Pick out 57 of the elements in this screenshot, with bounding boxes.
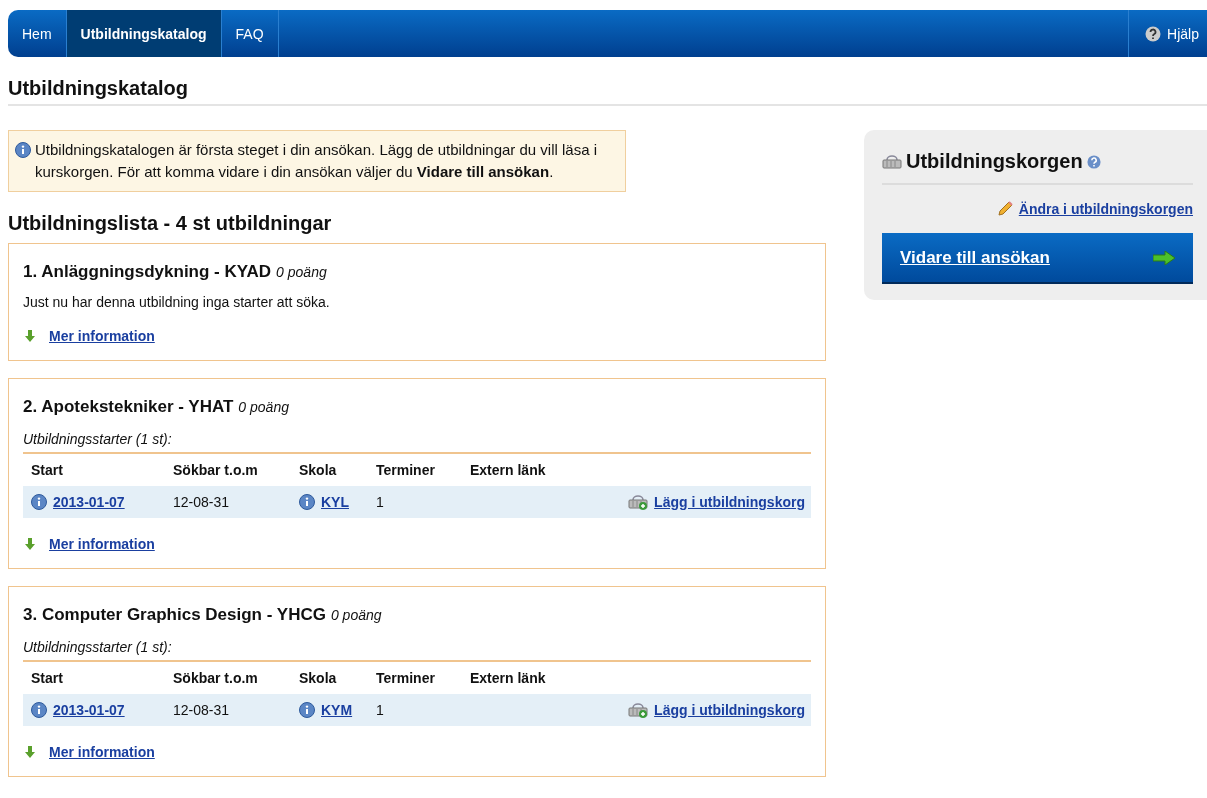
more-info-link[interactable]: Mer information [49, 536, 155, 552]
column-header: Terminer [376, 462, 436, 478]
deadline-cell-text: 12-08-31 [173, 494, 231, 510]
course-points: 0 poäng [276, 264, 327, 280]
course-message: Just nu har denna utbildning inga starter att söka. [23, 294, 331, 310]
add-to-basket-link[interactable]: Lägg i utbildningskorg [654, 494, 805, 510]
arrow-down-icon [25, 330, 35, 342]
start-date-link[interactable]: 2013-01-07 [53, 702, 125, 718]
arrow-down-icon [25, 538, 35, 550]
edit-basket-link[interactable]: Ändra i utbildningskorgen [1018, 201, 1193, 217]
pencil-icon [996, 201, 1013, 217]
list-title: Utbildningslista - 4 st utbildningar [8, 212, 333, 235]
course-title: 2. Apotekstekniker - YHAT [23, 397, 234, 417]
column-header: Skola [299, 462, 338, 478]
info-icon [15, 142, 31, 158]
column-header: Sökbar t.o.m [173, 670, 259, 686]
basket-icon [628, 494, 649, 510]
column-header: Start [31, 670, 64, 686]
nav-tab[interactable]: Hem [8, 10, 67, 57]
info-icon [31, 494, 47, 510]
info-icon [299, 702, 315, 718]
more-info-link[interactable]: Mer information [49, 328, 155, 344]
basket-icon [628, 702, 649, 718]
nav-tab[interactable]: Utbildningskatalog [66, 10, 222, 57]
course-points: 0 poäng [238, 399, 289, 415]
deadline-cell-text: 12-08-31 [173, 702, 231, 718]
arrow-right-icon [1153, 250, 1175, 265]
more-info-link[interactable]: Mer information [49, 744, 155, 760]
nav-tab[interactable]: FAQ [221, 10, 279, 57]
column-header: Extern länk [470, 670, 547, 686]
course-title: 1. Anläggningsdykning - KYAD [23, 262, 272, 282]
help-icon [1145, 25, 1162, 42]
school-link[interactable]: KYL [321, 494, 349, 510]
add-to-basket-link[interactable]: Lägg i utbildningskorg [654, 702, 805, 718]
help-link[interactable]: Hjälp [1128, 10, 1207, 57]
page-title: Utbildningskatalog [8, 77, 1207, 106]
info-icon [299, 494, 315, 510]
arrow-down-icon [25, 746, 35, 758]
help-icon [1086, 154, 1101, 169]
starts-label: Utbildningsstarter (1 st): [23, 639, 811, 662]
school-link[interactable]: KYM [321, 702, 353, 718]
proceed-button[interactable]: Vidare till ansökan [882, 233, 1193, 284]
column-header: Start [31, 462, 64, 478]
column-header: Sökbar t.o.m [173, 462, 259, 478]
info-icon [31, 702, 47, 718]
course-points: 0 poäng [330, 607, 382, 623]
terms-cell-text: 1 [376, 702, 385, 718]
column-header: Skola [299, 670, 338, 686]
basket-icon [882, 153, 902, 170]
terms-cell-text: 1 [376, 494, 385, 510]
basket-title: Utbildningskorgen [906, 150, 1083, 173]
column-header: Extern länk [470, 462, 547, 478]
start-date-link[interactable]: 2013-01-07 [53, 494, 125, 510]
info-text: Utbildningskatalogen är första steget i din ansökan. Lägg de utbildningar du vill läsa i kurskorgen. För att komma vidare i din ansökan väljer du Vidare till ansökan. [35, 140, 599, 182]
column-header: Terminer [376, 670, 436, 686]
course-title: 3. Computer Graphics Design - YHCG [23, 605, 326, 625]
starts-label: Utbildningsstarter (1 st): [23, 431, 811, 454]
